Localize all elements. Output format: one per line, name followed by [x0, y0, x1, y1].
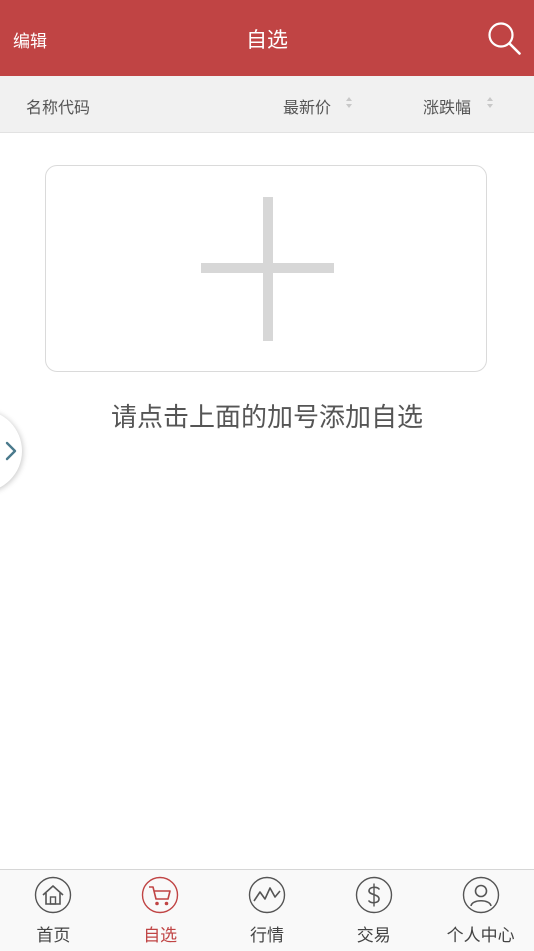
- empty-hint-text: 请点击上面的加号添加自选: [110, 403, 423, 433]
- tab-watchlist[interactable]: 自选: [107, 870, 214, 951]
- column-latest-price[interactable]: 最新价: [283, 94, 331, 118]
- search-icon[interactable]: [486, 20, 522, 56]
- sort-change-icon[interactable]: [487, 96, 495, 110]
- column-name-code: 名称代码: [26, 98, 91, 117]
- bottom-tab-bar: 首页 自选 行情 交易 个人中心: [0, 869, 534, 951]
- tab-profile[interactable]: 个人中心: [427, 870, 534, 951]
- page-title: 自选: [246, 28, 288, 52]
- dollar-icon: [355, 876, 392, 914]
- tab-trade[interactable]: 交易: [320, 870, 427, 951]
- tab-market-label: 行情: [249, 926, 284, 946]
- tab-market[interactable]: 行情: [214, 870, 321, 951]
- tab-home-label: 首页: [36, 926, 71, 946]
- home-icon: [35, 876, 72, 914]
- column-change-percent[interactable]: 涨跌幅: [423, 94, 471, 118]
- tab-profile-label: 个人中心: [446, 926, 515, 946]
- sort-price-icon[interactable]: [346, 96, 354, 110]
- tab-trade-label: 交易: [356, 926, 391, 946]
- top-bar: 编辑 自选: [0, 0, 534, 76]
- tab-watchlist-label: 自选: [143, 926, 178, 946]
- trend-icon: [248, 876, 286, 914]
- add-watchlist-button[interactable]: [45, 165, 487, 372]
- user-icon: [462, 876, 499, 914]
- tab-home[interactable]: 首页: [0, 870, 107, 951]
- cart-icon: [141, 876, 179, 914]
- chevron-right-icon: [5, 441, 17, 461]
- column-header: 名称代码 最新价 涨跌幅: [0, 76, 534, 133]
